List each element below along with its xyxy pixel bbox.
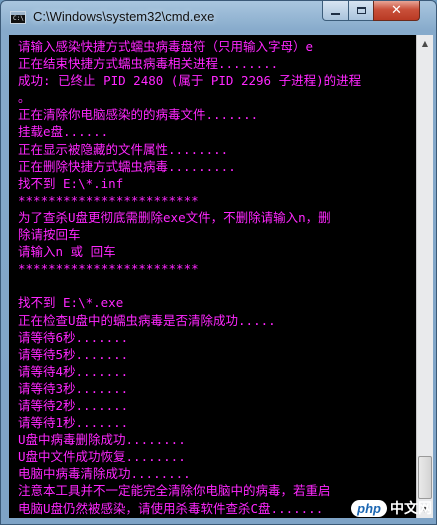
console-line: 挂载e盘......	[18, 124, 109, 140]
console-line: 电脑中病毒清除成功........	[18, 466, 191, 482]
console-line: 正在检查U盘中的蠕虫病毒是否清除成功.....	[18, 312, 276, 328]
console-output-area[interactable]: 请输入感染快捷方式蠕虫病毒盘符（只用输入字母）e 正在结束快捷方式蠕虫病毒相关进程…	[9, 35, 416, 518]
console-line: ************************	[18, 192, 199, 208]
watermark-logo: php 中文网	[351, 498, 432, 518]
maximize-button[interactable]	[348, 1, 374, 21]
cmd-icon-label: C:\	[13, 15, 24, 22]
cmd-window: C:\ C:\Windows\system32\cmd.exe ✕ 请输入感染快…	[0, 0, 437, 525]
watermark-text: 中文网	[390, 500, 432, 516]
vertical-scrollbar[interactable]: ▲ ▼	[416, 35, 433, 518]
console-line: 除请按回车	[18, 227, 81, 243]
console-line: 。	[18, 90, 31, 106]
console-line: 正在清除你电脑感染的的病毒文件.......	[18, 107, 259, 123]
console-line: 请等待1秒.......	[18, 415, 129, 431]
console-line: 为了查杀U盘更彻底需删除exe文件，不删除请输入n，删	[18, 209, 331, 225]
console-line: 请输入n 或 回车	[18, 244, 116, 260]
console-line: 请等待4秒.......	[18, 363, 129, 379]
scrollbar-thumb[interactable]	[418, 456, 432, 499]
close-icon: ✕	[391, 3, 402, 18]
console-line: 注意本工具并不一定能完全清除你电脑中的病毒，若重启	[18, 483, 331, 499]
console-line: 找不到 E:\*.exe	[18, 295, 124, 311]
console-line: 请输入感染快捷方式蠕虫病毒盘符（只用输入字母）e	[18, 39, 314, 54]
minimize-button[interactable]	[322, 1, 349, 21]
watermark-badge: php	[351, 499, 387, 517]
console-line: 正在显示被隐藏的文件属性........	[18, 141, 229, 157]
console-line: ************************	[18, 261, 199, 277]
console-line: U盘中病毒删除成功........	[18, 432, 186, 448]
console-line: U盘中文件成功恢复........	[18, 449, 186, 465]
console-text: 请输入感染快捷方式蠕虫病毒盘符（只用输入字母）e 正在结束快捷方式蠕虫病毒相关进程…	[18, 38, 416, 517]
console-line: 找不到 E:\*.inf	[18, 175, 124, 191]
maximize-icon	[356, 7, 366, 14]
console-line: 请等待6秒.......	[18, 329, 129, 345]
console-line: 请等待3秒.......	[18, 380, 129, 396]
console-line: 请等待2秒.......	[18, 397, 129, 413]
scroll-up-arrow-icon[interactable]: ▲	[417, 35, 433, 52]
console-line: 正在结束快捷方式蠕虫病毒相关进程........	[18, 56, 279, 72]
window-title: C:\Windows\system32\cmd.exe	[33, 9, 215, 24]
console-line: 请等待5秒.......	[18, 346, 129, 362]
cmd-icon[interactable]: C:\	[10, 11, 26, 24]
close-button[interactable]: ✕	[373, 1, 420, 21]
console-line: 正在删除快捷方式蠕虫病毒.........	[18, 158, 236, 174]
minimize-icon	[331, 12, 340, 15]
console-line: 成功: 已终止 PID 2480 (属于 PID 2296 子进程)的进程	[18, 73, 362, 89]
title-bar[interactable]: C:\ C:\Windows\system32\cmd.exe ✕	[1, 1, 436, 35]
